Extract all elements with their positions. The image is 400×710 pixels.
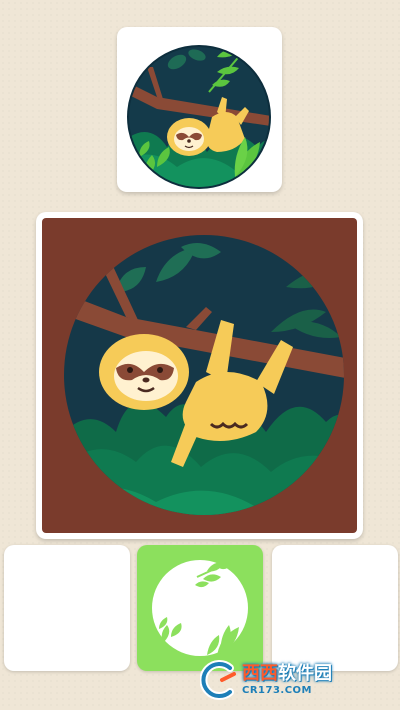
watermark-name-part1: 西西 bbox=[242, 662, 278, 684]
sloth-puzzle-image bbox=[42, 218, 357, 533]
cr-logo-icon bbox=[200, 660, 236, 700]
target-preview-card bbox=[117, 27, 282, 192]
puzzle-board-card bbox=[36, 212, 363, 539]
watermark-name-part2: 软件园 bbox=[278, 662, 332, 684]
site-watermark: 西西软件园 CR173.COM bbox=[200, 660, 380, 700]
piece-slot-2[interactable] bbox=[137, 545, 263, 671]
sloth-preview-image bbox=[127, 45, 271, 189]
piece-slot-1[interactable] bbox=[4, 545, 130, 671]
watermark-url: CR173.COM bbox=[242, 684, 313, 696]
piece-slot-3[interactable] bbox=[272, 545, 398, 671]
leaf-frame-piece[interactable] bbox=[137, 545, 263, 671]
